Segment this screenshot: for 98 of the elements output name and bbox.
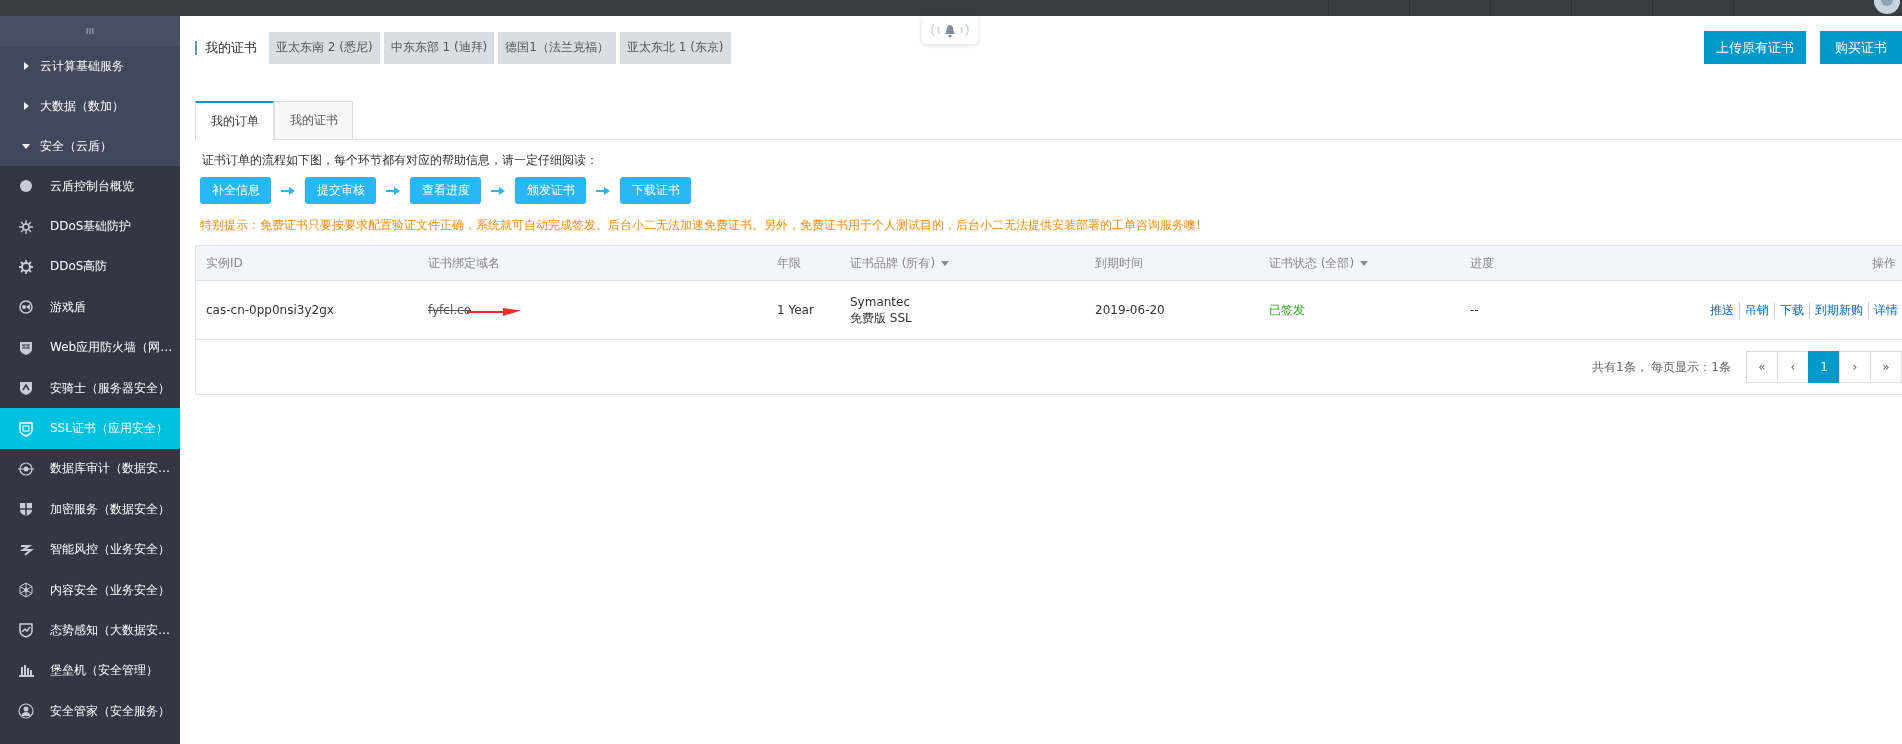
action-link[interactable]: 吊销 (1739, 301, 1769, 319)
region-tab[interactable]: 亚太东南 2 (悉尼) (269, 31, 380, 64)
dropdown-icon (1360, 260, 1369, 266)
arrow-icon (386, 185, 400, 196)
gamepad-icon (18, 299, 34, 316)
target-icon (18, 460, 34, 477)
item-label: 游戏盾 (50, 298, 86, 316)
sidebar-item[interactable]: 安骑士（服务器安全） (0, 367, 180, 409)
network-icon (18, 582, 34, 599)
column-header: 实例ID (205, 254, 244, 272)
group-label: 云计算基础服务 (40, 57, 124, 75)
item-label: Web应用防火墙（网… (50, 339, 173, 357)
column-header[interactable]: 证书状态 (全部) (1259, 254, 1460, 272)
sidebar-item[interactable]: 游戏盾 (0, 287, 180, 328)
item-label: 加密服务（数据安全） (50, 500, 170, 518)
arrow-icon (491, 185, 505, 196)
tab[interactable]: 我的证书 (274, 101, 353, 139)
circle-icon (18, 178, 34, 195)
bar-chart-icon (18, 662, 34, 679)
sidebar-item[interactable]: 数据库审计（数据安… (0, 448, 180, 490)
action-link[interactable]: 详情 (1868, 301, 1898, 319)
item-label: 数据库审计（数据安… (50, 460, 170, 478)
caret-icon (22, 142, 30, 150)
shield-icon (18, 501, 34, 518)
item-label: 云盾控制台概览 (50, 177, 134, 195)
sidebar-item[interactable]: DDoS基础防护 (0, 206, 180, 247)
shield-icon (18, 622, 34, 639)
person-icon (18, 703, 34, 720)
caret-icon (22, 62, 30, 70)
action-link[interactable]: 下载 (1774, 301, 1804, 319)
sidebar-item[interactable]: 堡垒机（安全管理） (0, 650, 180, 692)
shield-icon (18, 380, 34, 397)
notification-card[interactable] (922, 16, 978, 44)
table-cell-text: 免费版 SSL (850, 310, 913, 326)
atom-icon (18, 218, 34, 235)
sidebar-item[interactable]: DDoS高防 (0, 246, 180, 288)
item-label: 安骑士（服务器安全） (50, 379, 170, 397)
item-label: 态势感知（大数据安… (50, 622, 170, 639)
arrow-icon (281, 185, 295, 196)
page-button[interactable]: « (1746, 351, 1778, 383)
intro-text: 证书订单的流程如下图，每个环节都有对应的帮助信息，请一定仔细阅读： (202, 152, 599, 169)
arrow-icon (596, 185, 610, 196)
dropdown-icon (941, 260, 950, 266)
sidebar-item[interactable]: Web应用防火墙（网… (0, 327, 180, 368)
avatar-icon (1874, 0, 1900, 14)
table-cell-text: 1 Year (776, 303, 815, 317)
sidebar-item[interactable]: 安全管家（安全服务） (0, 691, 180, 732)
region-tab[interactable]: 德国1（法兰克福） (498, 31, 616, 64)
table-cell-text: Symantec (850, 294, 912, 310)
menu-icon (86, 27, 94, 35)
sidebar-toggle[interactable] (0, 16, 180, 46)
notice-text: 特别提示：免费证书只要按要求配置验证文件正确，系统就可自动完成签发。后台小二无法加速免费证书。另外，免费证书用于个人测试目的，后台小二无法提供安装部署的工单咨询服务噢! (200, 218, 1202, 233)
item-label: 智能风控（业务安全） (50, 541, 170, 559)
page-button[interactable]: » (1870, 351, 1902, 383)
item-label: DDoS高防 (50, 258, 108, 276)
column-header: 到期时间 (1094, 254, 1144, 272)
page-title: 我的证书 (195, 40, 257, 55)
column-header: 进度 (1469, 254, 1495, 272)
page-button[interactable]: ‹ (1777, 351, 1809, 383)
pagination-summary: 共有1条， 每页显示：1条 (1591, 358, 1731, 376)
sidebar-group[interactable]: 安全（云盾） (0, 126, 180, 166)
status-text: 已签发 (1268, 301, 1306, 319)
caret-icon (22, 102, 30, 110)
item-label: 堡垒机（安全管理） (50, 662, 158, 680)
column-header: 操作 (1871, 254, 1897, 272)
tab[interactable]: 我的订单 (195, 101, 274, 140)
sidebar-group[interactable]: 大数据（数加） (0, 86, 180, 126)
table-cell-text: 2019-06-20 (1094, 303, 1166, 317)
column-header: 证书绑定域名 (427, 254, 501, 272)
region-tab[interactable]: 亚太东北 1 (东京) (619, 31, 731, 64)
table-cell-text: cas-cn-0pp0nsi3y2gx (205, 303, 335, 317)
domain-text: fyfcl.co (428, 303, 472, 317)
item-label: 安全管家（安全服务） (50, 702, 170, 720)
sidebar-item[interactable]: 内容安全（业务安全） (0, 569, 180, 611)
item-label: 内容安全（业务安全） (50, 581, 170, 599)
sidebar-item[interactable]: 智能风控（业务安全） (0, 529, 180, 570)
gear-icon (18, 258, 34, 275)
sidebar-group[interactable]: 云计算基础服务 (0, 46, 180, 86)
sidebar-item[interactable]: 态势感知（大数据安… (0, 610, 180, 651)
item-label: SSL证书（应用安全） (50, 420, 168, 438)
sidebar-item[interactable]: 云盾控制台概览 (0, 166, 180, 207)
group-label: 安全（云盾） (40, 137, 112, 155)
page-button[interactable]: 1 (1808, 351, 1840, 383)
action-link[interactable]: 到期新购 (1809, 301, 1863, 319)
item-label: DDoS基础防护 (50, 218, 132, 236)
region-tab[interactable]: 中东东部 1 (迪拜) (383, 31, 495, 64)
shield-icon (18, 339, 34, 356)
sidebar-item[interactable]: 加密服务（数据安全） (0, 489, 180, 530)
column-header: 年限 (776, 254, 802, 272)
shield-icon (18, 420, 34, 437)
table-cell-text: -- (1469, 303, 1480, 317)
action-link[interactable]: 推送 (1710, 301, 1734, 319)
buy-button[interactable]: 购买证书 (1820, 31, 1902, 64)
upload-button[interactable]: 上传原有证书 (1704, 31, 1806, 64)
group-label: 大数据（数加） (40, 97, 124, 115)
bell-icon (930, 21, 970, 39)
column-header[interactable]: 证书品牌 (所有) (840, 254, 1085, 272)
page-button[interactable]: › (1839, 351, 1871, 383)
